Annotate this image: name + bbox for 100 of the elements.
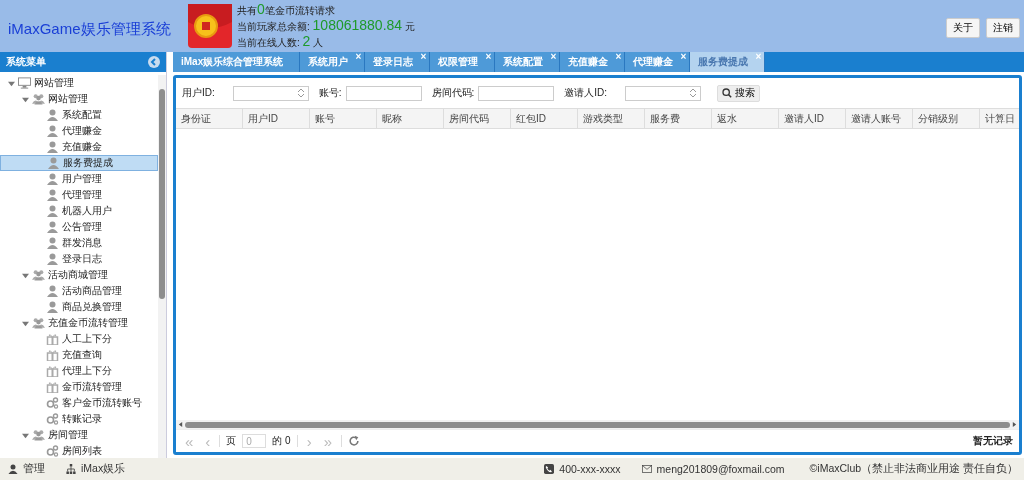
organization-name: iMax娱乐	[81, 462, 126, 476]
gears-icon	[46, 445, 59, 457]
page-count: 的 0	[272, 434, 291, 448]
users-icon	[32, 429, 45, 441]
search-icon	[722, 88, 733, 98]
gift-icon	[46, 365, 59, 377]
menu-item[interactable]: 充值赚金	[0, 139, 158, 155]
menu-item[interactable]: 商品兑换管理	[0, 299, 158, 315]
user-icon	[46, 285, 59, 297]
user-icon	[46, 205, 59, 217]
user-icon	[46, 173, 59, 185]
users-icon	[32, 269, 45, 281]
column-header[interactable]: 身份证	[176, 109, 243, 128]
menu-item[interactable]: 网站管理	[0, 75, 158, 91]
envelope-icon	[188, 4, 232, 48]
column-header[interactable]: 分销级别	[913, 109, 980, 128]
menu-item[interactable]: 房间列表	[0, 443, 158, 458]
menu-item[interactable]: 用户管理	[0, 171, 158, 187]
scroll-left-icon[interactable]	[178, 422, 183, 427]
header-button[interactable]: 关于	[946, 18, 980, 38]
menu-item[interactable]: 机器人用户	[0, 203, 158, 219]
input-field[interactable]	[345, 85, 422, 101]
scrollbar[interactable]	[176, 420, 1019, 429]
column-header[interactable]: 账号	[310, 109, 377, 128]
input-field[interactable]	[232, 85, 309, 101]
filter-label: 房间代码:	[431, 86, 475, 100]
expand-arrow-icon[interactable]	[22, 431, 29, 439]
menu-item[interactable]: 登录日志	[0, 251, 158, 267]
refresh-icon[interactable]	[348, 435, 361, 447]
computer-icon	[18, 77, 31, 89]
collapse-icon[interactable]	[148, 56, 160, 68]
record-status: 暂无记录	[973, 434, 1013, 448]
gift-icon	[46, 381, 59, 393]
column-header[interactable]: 房间代码	[444, 109, 511, 128]
menu-item[interactable]: 转账记录	[0, 411, 158, 427]
search-button[interactable]: 搜索	[717, 84, 761, 102]
expand-arrow-icon[interactable]	[22, 319, 29, 327]
menu-item[interactable]: 人工上下分	[0, 331, 158, 347]
user-icon	[46, 141, 59, 153]
menu-item[interactable]: 公告管理	[0, 219, 158, 235]
menu-item[interactable]: 金币流转管理	[0, 379, 158, 395]
gift-icon	[46, 349, 59, 361]
column-header[interactable]: 邀请人账号	[846, 109, 913, 128]
column-header[interactable]: 邀请人ID	[779, 109, 846, 128]
spinner-icon[interactable]	[690, 88, 697, 98]
menu-item[interactable]: 代理管理	[0, 187, 158, 203]
user-name: 管理	[23, 462, 45, 476]
user-icon	[47, 157, 60, 169]
expand-arrow-icon[interactable]	[22, 271, 29, 279]
menu-item[interactable]: 系统配置	[0, 107, 158, 123]
menu-item[interactable]: 服务费提成	[0, 155, 158, 171]
app-title: iMaxGame娱乐管理系统	[8, 19, 172, 39]
user-icon	[46, 125, 59, 137]
menu-item[interactable]: 活动商品管理	[0, 283, 158, 299]
scroll-right-icon[interactable]	[1012, 422, 1017, 427]
menu-item[interactable]: 代理上下分	[0, 363, 158, 379]
online-count-text: 当前在线人数: 2 人	[237, 34, 325, 50]
user-icon	[46, 189, 59, 201]
phone-icon	[544, 464, 555, 474]
balance-text: 当前玩家总余额: 108061880.84 元	[237, 18, 415, 34]
user-icon	[46, 253, 59, 265]
copyright-text: ©iMaxClub（禁止非法商业用途 责任自负）	[809, 462, 1018, 476]
user-icon	[8, 464, 18, 474]
column-header[interactable]: 计算日	[980, 109, 1019, 128]
gift-icon	[46, 333, 59, 345]
filter-label: 用户ID:	[182, 86, 215, 100]
menu-item[interactable]: 充值查询	[0, 347, 158, 363]
column-header[interactable]: 返水	[712, 109, 779, 128]
input-field[interactable]	[625, 85, 702, 101]
page-label: 页	[226, 434, 237, 448]
scrollbar[interactable]	[158, 75, 166, 458]
menu-item[interactable]: 房间管理	[0, 427, 158, 443]
users-icon	[32, 93, 45, 105]
users-icon	[32, 317, 45, 329]
column-header[interactable]: 昵称	[377, 109, 444, 128]
column-header[interactable]: 用户ID	[243, 109, 310, 128]
sidebar-title: 系统菜单	[6, 55, 46, 69]
sitemap-icon	[66, 464, 76, 474]
phone-number: 400-xxx-xxxx	[559, 463, 621, 475]
menu-item[interactable]: 客户金币流转账号	[0, 395, 158, 411]
menu-item[interactable]: 群发消息	[0, 235, 158, 251]
column-header[interactable]: 服务费	[645, 109, 712, 128]
user-icon	[46, 301, 59, 313]
gears-icon	[46, 413, 59, 425]
header-button[interactable]: 注销	[986, 18, 1020, 38]
menu-item[interactable]: 代理赚金	[0, 123, 158, 139]
menu-item[interactable]: 网站管理	[0, 91, 158, 107]
column-header[interactable]: 红包ID	[511, 109, 578, 128]
column-header[interactable]: 游戏类型	[578, 109, 645, 128]
input-field[interactable]	[478, 85, 555, 101]
menu-item[interactable]: 活动商城管理	[0, 267, 158, 283]
pending-requests-text: 共有0笔金币流转请求	[237, 2, 336, 18]
user-icon	[46, 221, 59, 233]
filter-label: 邀请人ID:	[564, 86, 608, 100]
filter-label: 账号:	[318, 86, 342, 100]
menu-item[interactable]: 充值金币流转管理	[0, 315, 158, 331]
gears-icon	[46, 397, 59, 409]
user-icon	[46, 109, 59, 121]
email-address: meng201809@foxmail.com	[656, 463, 785, 475]
spinner-icon[interactable]	[297, 88, 304, 98]
